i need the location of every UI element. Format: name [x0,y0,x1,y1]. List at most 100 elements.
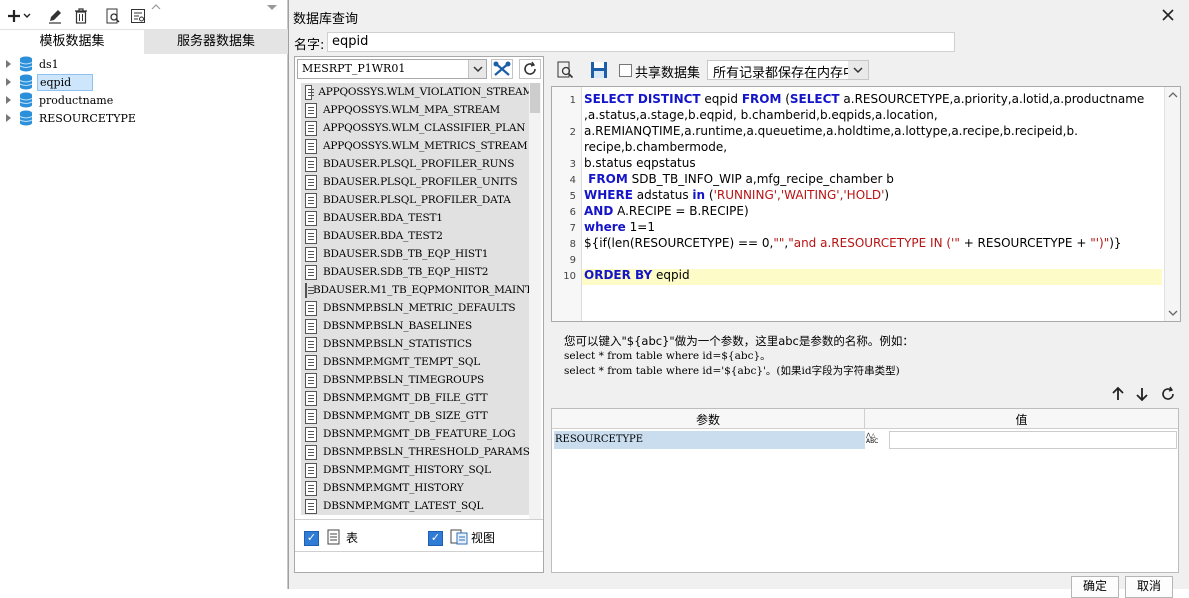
name-input[interactable]: eqpid [327,32,955,52]
sql-line-7: where 1=1 [584,220,655,234]
table-row[interactable]: APPQOSSYS.WLM_METRICS_STREAM [301,137,533,155]
table-icon [305,246,317,262]
edit-icon[interactable] [46,7,64,25]
connection-settings-icon[interactable] [491,59,513,79]
table-row[interactable]: DBSNMP.BSLN_STATISTICS [301,335,533,353]
table-row[interactable]: BDAUSER.SDB_TB_EQP_HIST2 [301,263,533,281]
expand-arrow-icon[interactable] [6,60,11,68]
line-number-gutter: 1 2 3 4 5 6 7 8 9 10 [552,87,582,321]
table-row[interactable]: DBSNMP.MGMT_DB_FILE_GTT [301,389,533,407]
table-filter-checkbox[interactable]: ✓ [304,531,319,546]
table-list-scrollbar[interactable] [529,83,541,519]
table-row[interactable]: BDAUSER.SDB_TB_EQP_HIST1 [301,245,533,263]
refresh-params-icon[interactable] [1160,386,1176,402]
expand-arrow-icon[interactable] [6,96,11,104]
param-name-cell[interactable]: RESOURCETYPE [554,431,865,449]
divider [295,551,543,552]
expand-arrow-icon[interactable] [6,114,11,122]
close-icon[interactable] [1161,8,1175,22]
collapse-down-icon[interactable] [266,1,278,10]
tab-template-dataset[interactable]: 模板数据集 [0,30,144,54]
table-row[interactable]: DBSNMP.BSLN_METRIC_DEFAULTS [301,299,533,317]
table-icon [305,318,317,334]
column-header-param: 参数 [695,413,720,427]
table-icon [305,462,317,478]
share-dataset-checkbox[interactable] [619,64,632,77]
table-row[interactable]: DBSNMP.MGMT_DB_SIZE_GTT [301,407,533,425]
column-header-value: 值 [1015,413,1028,427]
chevron-up-icon[interactable] [1168,91,1178,99]
connection-value: MESRPT_P1WR01 [302,62,406,75]
tree-item-label: ds1 [39,57,59,71]
table-row[interactable]: BDAUSER.PLSQL_PROFILER_DATA [301,191,533,209]
view-filter-checkbox[interactable]: ✓ [428,531,443,546]
sql-line-8: ${if(len(RESOURCETYPE) == 0,"","and a.RE… [584,236,1122,250]
table-icon [305,354,317,370]
sql-line-6: AND A.RECIPE = B.RECIPE) [584,204,749,218]
save-icon[interactable] [589,60,609,80]
tree-item-productname[interactable]: productname [6,91,115,109]
ok-button[interactable]: 确定 [1071,576,1119,598]
refresh-icon[interactable] [519,59,541,79]
table-row[interactable]: DBSNMP.BSLN_TIMEGROUPS [301,371,533,389]
view-filter-label: 视图 [471,531,496,545]
table-list[interactable]: APPQOSSYS.WLM_VIOLATION_STREAM APPQOSSYS… [297,83,541,519]
table-row[interactable]: DBSNMP.MGMT_LATEST_SQL [301,497,533,515]
tree-item-eqpid[interactable]: eqpid [6,73,93,91]
table-icon [305,264,317,280]
table-row[interactable]: BDAUSER.PLSQL_PROFILER_RUNS [301,155,533,173]
table-row[interactable]: BDAUSER.BDA_TEST2 [301,227,533,245]
expand-arrow-icon[interactable] [6,78,11,86]
table-row[interactable]: DBSNMP.MGMT_DB_FEATURE_LOG [301,425,533,443]
cancel-button[interactable]: 取消 [1125,576,1173,598]
memory-mode-value: 所有记录都保存在内存中 [713,66,857,81]
dataset-settings-icon[interactable] [129,7,147,25]
chevron-down-icon[interactable] [468,60,486,78]
table-icon [305,156,317,172]
table-icon [305,300,317,316]
sql-line-5: WHERE adstatus in ('RUNNING','WAITING','… [584,188,890,202]
scrollbar-thumb[interactable] [530,83,540,113]
table-row[interactable]: APPQOSSYS.WLM_CLASSIFIER_PLAN [301,119,533,137]
param-hint: 您可以键入"${abc}"做为一个参数，这里abc是参数的名称。例如： [564,334,914,348]
param-value-input[interactable] [889,431,1177,449]
sql-line-2: a.REMIANQTIME,a.runtime,a.queuetime,a.ho… [584,124,1078,138]
table-icon [305,210,317,226]
sql-line-1-wrap: ,a.status,a.stage,b.eqpid, b.chamberid,b… [584,108,938,122]
param-example-1: select * from table where id=${abc}。 [564,350,771,362]
string-type-icon[interactable]: ⋀△ ABC [866,433,888,447]
arrow-up-icon[interactable] [1111,386,1125,402]
connection-select[interactable]: MESRPT_P1WR01 [297,59,487,79]
delete-icon[interactable] [72,7,90,25]
sql-editor[interactable]: 1 2 3 4 5 6 7 8 9 10 SELECT DISTINCT eqp… [551,86,1181,322]
table-icon [305,102,317,118]
tree-item-label: eqpid [37,73,93,91]
table-row[interactable]: BDAUSER.BDA_TEST1 [301,209,533,227]
arrow-down-icon[interactable] [1135,386,1149,402]
table-icon [305,372,317,388]
table-row[interactable]: RESOURCETYPE ⋀△ ABC [554,431,1177,449]
tree-item-resourcetype[interactable]: RESOURCETYPE [6,109,138,127]
table-row[interactable]: BDAUSER.M1_TB_EQPMONITOR_MAINTAIN1 [301,281,541,299]
table-row[interactable]: DBSNMP.BSLN_THRESHOLD_PARAMS [301,443,533,461]
table-row[interactable]: APPQOSSYS.WLM_VIOLATION_STREAM [301,83,533,101]
tree-item-label: productname [39,93,114,107]
preview-icon[interactable] [555,60,577,80]
preview-icon[interactable] [104,7,122,25]
sql-line-3: b.status eqpstatus [584,156,696,170]
editor-scrollbar[interactable] [1164,87,1180,321]
table-row[interactable]: BDAUSER.PLSQL_PROFILER_UNITS [301,173,533,191]
parameter-table: 参数 值 RESOURCETYPE ⋀△ ABC [551,408,1179,573]
add-dataset-icon[interactable] [6,7,32,25]
memory-mode-select[interactable]: 所有记录都保存在内存中 [707,60,869,81]
table-row[interactable]: DBSNMP.BSLN_BASELINES [301,317,533,335]
table-row[interactable]: DBSNMP.MGMT_HISTORY_SQL [301,461,533,479]
collapse-up-icon[interactable] [150,0,162,10]
table-row[interactable]: DBSNMP.MGMT_HISTORY [301,479,533,497]
table-row[interactable]: DBSNMP.MGMT_TEMPT_SQL [301,353,533,371]
chevron-down-icon[interactable] [848,61,868,79]
tab-server-dataset[interactable]: 服务器数据集 [144,30,288,54]
table-row[interactable]: APPQOSSYS.WLM_MPA_STREAM [301,101,533,119]
chevron-down-icon[interactable] [1168,309,1178,317]
tree-item-ds1[interactable]: ds1 [6,55,61,73]
